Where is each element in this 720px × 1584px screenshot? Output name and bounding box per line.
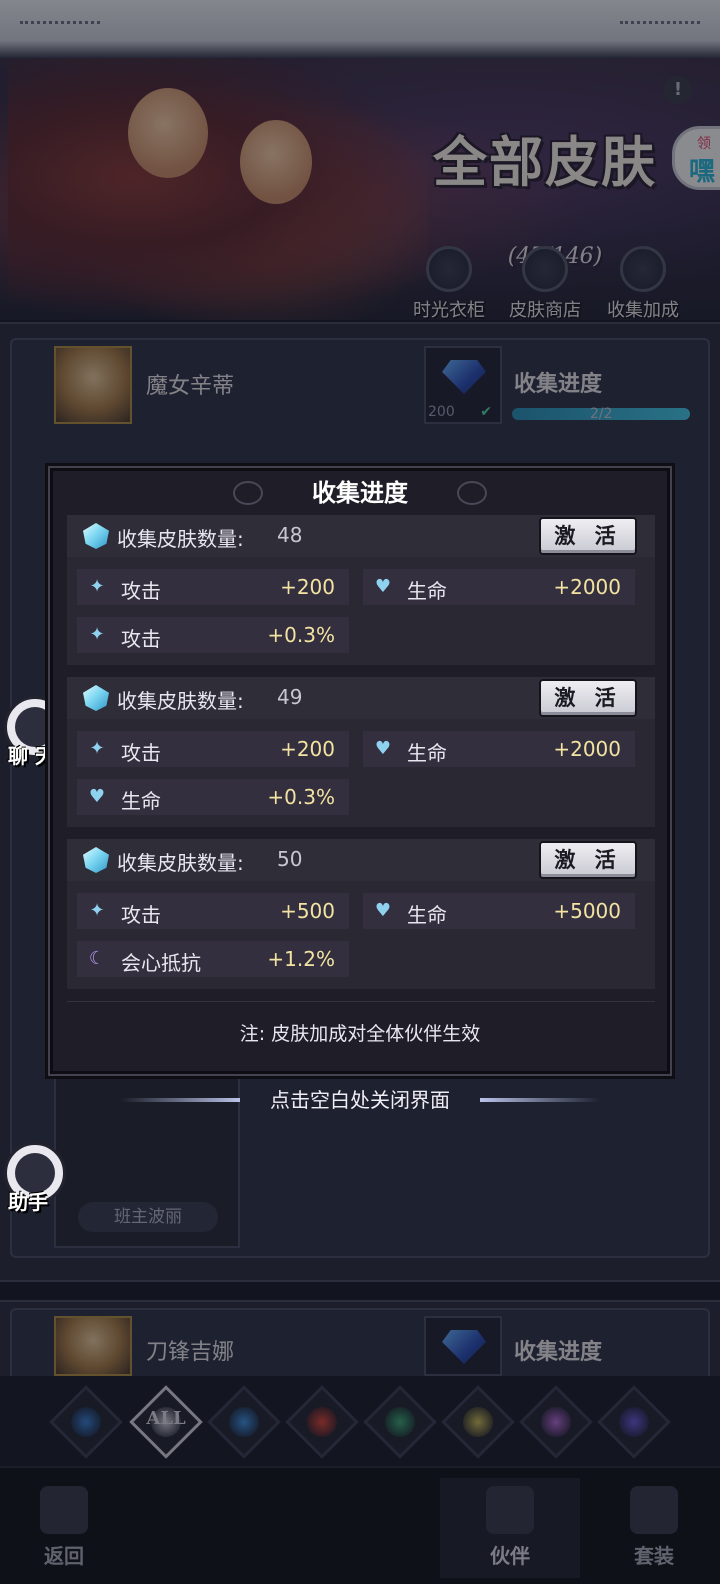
tier-header: 收集皮肤数量: 48 激 活 — [67, 515, 655, 557]
collection-tier: 收集皮肤数量: 48 激 活 ✦ 攻击 +200 ♥ 生命 +2000 ✦ 攻击… — [67, 515, 655, 665]
hp-heart-icon: ♥ — [374, 738, 392, 759]
crystal-icon — [83, 847, 109, 873]
collection-tier: 收集皮肤数量: 49 激 活 ✦ 攻击 +200 ♥ 生命 +2000 ♥ 生命… — [67, 677, 655, 827]
bonus-note: 注: 皮肤加成对全体伙伴生效 — [239, 1023, 481, 1045]
stat-value: +0.3% — [267, 623, 335, 647]
hp-heart-icon: ♥ — [374, 576, 392, 597]
stat-name: 攻击 — [121, 903, 161, 927]
close-hint-text: 点击空白处关闭界面 — [270, 1088, 450, 1112]
tier-count: 49 — [277, 685, 303, 709]
activate-button[interactable]: 激 活 — [539, 841, 637, 879]
attack-icon: ✦ — [89, 624, 105, 645]
crystal-icon — [83, 685, 109, 711]
tier-label: 收集皮肤数量: — [117, 527, 244, 551]
stat-name: 生命 — [407, 579, 447, 603]
tier-label: 收集皮肤数量: — [117, 851, 244, 875]
stat-name: 攻击 — [121, 627, 161, 651]
tier-header: 收集皮肤数量: 50 激 活 — [67, 839, 655, 881]
assistant-label: 助手 — [8, 1190, 48, 1214]
collection-tier: 收集皮肤数量: 50 激 活 ✦ 攻击 +500 ♥ 生命 +5000 ☾ 会心… — [67, 839, 655, 989]
stat-attack: ✦ 攻击 +500 — [77, 893, 349, 929]
close-hint[interactable]: 点击空白处关闭界面 — [0, 1082, 720, 1118]
tier-count: 50 — [277, 847, 303, 871]
stat-name: 攻击 — [121, 579, 161, 603]
hp-heart-icon: ♥ — [88, 786, 106, 807]
attack-icon: ✦ — [89, 738, 105, 759]
stat-value: +2000 — [553, 575, 621, 599]
title-ornament-icon — [457, 481, 487, 505]
stat-value: +200 — [280, 737, 335, 761]
stat-value: +0.3% — [267, 785, 335, 809]
activate-button[interactable]: 激 活 — [539, 517, 637, 555]
stat-hp-percent: ♥ 生命 +0.3% — [77, 779, 349, 815]
stat-hp: ♥ 生命 +5000 — [363, 893, 635, 929]
attack-icon: ✦ — [89, 900, 105, 921]
stat-name: 生命 — [407, 903, 447, 927]
stat-attack: ✦ 攻击 +200 — [77, 731, 349, 767]
stat-crit-resist: ☾ 会心抵抗 +1.2% — [77, 941, 349, 977]
stat-attack-percent: ✦ 攻击 +0.3% — [77, 617, 349, 653]
title-ornament-icon — [233, 481, 263, 505]
stat-value: +5000 — [553, 899, 621, 923]
stat-name: 生命 — [121, 789, 161, 813]
tier-label: 收集皮肤数量: — [117, 689, 244, 713]
stat-hp: ♥ 生命 +2000 — [363, 569, 635, 605]
stat-value: +2000 — [553, 737, 621, 761]
stat-attack: ✦ 攻击 +200 — [77, 569, 349, 605]
tier-count: 48 — [277, 523, 303, 547]
stat-name: 会心抵抗 — [121, 951, 201, 975]
stat-name: 生命 — [407, 741, 447, 765]
stat-value: +500 — [280, 899, 335, 923]
modal-title: 收集进度 — [53, 471, 667, 515]
right-wing-ornament-icon — [480, 1098, 600, 1102]
stat-hp: ♥ 生命 +2000 — [363, 731, 635, 767]
note-divider — [67, 1001, 655, 1002]
tier-header: 收集皮肤数量: 49 激 活 — [67, 677, 655, 719]
stat-value: +200 — [280, 575, 335, 599]
attack-icon: ✦ — [89, 576, 105, 597]
activate-button[interactable]: 激 活 — [539, 679, 637, 717]
collection-progress-modal: 收集进度 收集皮肤数量: 48 激 活 ✦ 攻击 +200 ♥ 生命 +2000… — [48, 466, 672, 1076]
stat-value: +1.2% — [267, 947, 335, 971]
left-wing-ornament-icon — [120, 1098, 240, 1102]
stat-name: 攻击 — [121, 741, 161, 765]
crystal-icon — [83, 523, 109, 549]
chat-label: 聊 天 — [8, 744, 55, 768]
crit-resist-moon-icon: ☾ — [88, 948, 106, 969]
modal-title-text: 收集进度 — [312, 479, 408, 507]
hp-heart-icon: ♥ — [374, 900, 392, 921]
